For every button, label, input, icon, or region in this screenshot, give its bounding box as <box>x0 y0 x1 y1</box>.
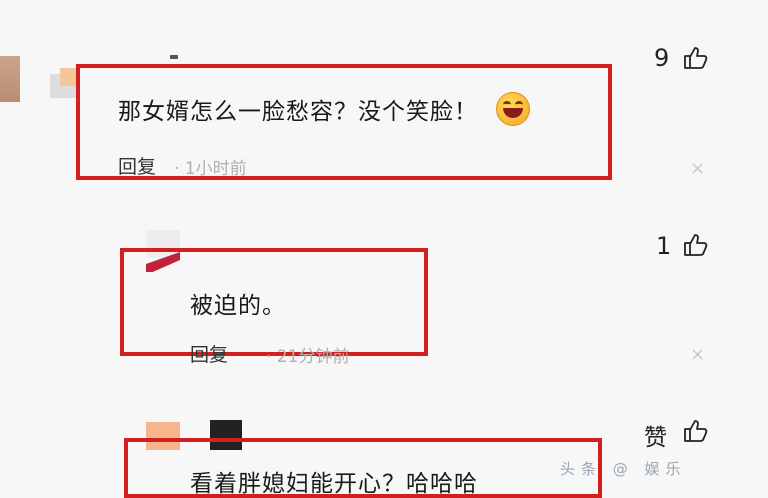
thumbs-up-icon[interactable] <box>682 418 708 444</box>
comment-text: 那女婿怎么一脸愁容？没个笑脸！ <box>118 99 478 125</box>
avatar[interactable] <box>0 56 20 102</box>
avatar[interactable] <box>50 68 78 98</box>
like-count: 1 <box>656 232 672 260</box>
comment-text: 被迫的。 <box>190 293 286 319</box>
thumbs-up-icon[interactable] <box>682 45 708 71</box>
like-label: 赞 <box>644 425 667 451</box>
decorative-mark <box>170 55 178 59</box>
comment-text: 看着胖媳妇能开心？哈哈哈 <box>190 471 478 497</box>
comment-timestamp: · 1小时前 <box>174 159 247 179</box>
thumbs-up-icon[interactable] <box>682 232 708 258</box>
reply-button[interactable]: 回复 <box>190 340 228 367</box>
comment-timestamp: · 21分钟前 <box>266 347 350 367</box>
like-count: 9 <box>654 44 670 72</box>
close-icon[interactable]: × <box>690 344 705 365</box>
reply-button[interactable]: 回复 <box>118 152 156 179</box>
close-icon[interactable]: × <box>690 158 705 179</box>
watermark: 头条 @ 娱乐 <box>560 460 687 478</box>
laughing-emoji-icon <box>496 92 530 126</box>
